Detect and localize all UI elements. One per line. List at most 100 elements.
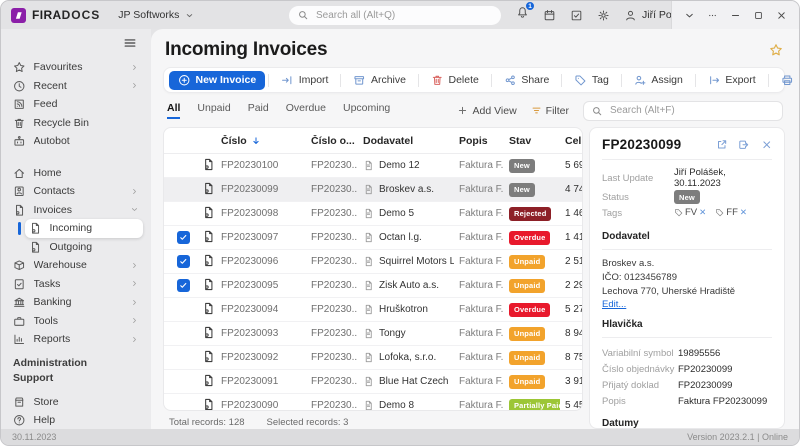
tab-overdue[interactable]: Overdue	[286, 102, 326, 119]
tab-paid[interactable]: Paid	[248, 102, 269, 119]
toolbar-divider	[490, 73, 492, 87]
tab-all[interactable]: All	[167, 102, 181, 119]
settings-gear-icon[interactable]	[597, 9, 610, 22]
window-chevron-down-icon[interactable]	[684, 10, 695, 21]
table-row[interactable]: FP20230099 FP20230... Broskev a.s. Faktura …	[164, 178, 582, 202]
workspace-switcher[interactable]: JP Softworks	[118, 9, 194, 21]
tag-chip[interactable]: FV ✕	[674, 207, 706, 218]
sidebar-item-tools[interactable]: Tools	[9, 312, 143, 331]
sidebar-item-recent[interactable]: Recent	[9, 77, 143, 96]
assign-button[interactable]: Assign	[625, 71, 692, 90]
print-button[interactable]: Print	[772, 71, 799, 90]
filter-button[interactable]: Filter	[531, 105, 569, 117]
tag-button[interactable]: Tag	[565, 71, 617, 90]
share-button[interactable]: Share	[495, 71, 559, 90]
notification-badge: 1	[525, 1, 535, 11]
maximize-icon[interactable]	[753, 10, 764, 21]
column-header[interactable]: Číslo	[216, 135, 306, 147]
column-header[interactable]: Celkem	[560, 135, 582, 147]
sidebar-item-recycle-bin[interactable]: Recycle Bin	[9, 114, 143, 133]
detail-field: Popis Faktura FP20230099	[602, 395, 768, 407]
sidebar-item-outgoing[interactable]: Outgoing	[25, 238, 143, 257]
detail-section: Dodavatel Broskev a.s. IČO: 0123456789 Lech…	[602, 231, 772, 310]
remove-tag-icon[interactable]: ✕	[699, 207, 706, 218]
close-panel-icon[interactable]	[761, 139, 773, 151]
chevron-right-icon	[130, 63, 139, 72]
clock-icon	[13, 80, 26, 93]
table-row[interactable]: FP20230095 FP20230... Zisk Auto a.s. Faktur…	[164, 274, 582, 298]
row-checkbox[interactable]	[177, 279, 190, 292]
column-header[interactable]: Dodavatel	[358, 135, 454, 147]
column-header[interactable]: Číslo o...	[306, 135, 358, 147]
chevron-right-icon	[130, 261, 139, 270]
sidebar-item-contacts[interactable]: Contacts	[9, 182, 143, 201]
window-menu-dots-icon[interactable]	[707, 10, 718, 21]
sidebar-item-favourites[interactable]: Favourites	[9, 58, 143, 77]
chevron-down-icon	[130, 205, 139, 214]
archive-button[interactable]: Archive	[344, 71, 415, 90]
column-header[interactable]: Stav	[504, 135, 560, 147]
table-row[interactable]: FP20230097 FP20230... Octan l.g. Faktura F.…	[164, 226, 582, 250]
calendar-icon[interactable]	[543, 9, 556, 22]
sidebar-item-warehouse[interactable]: Warehouse	[9, 256, 143, 275]
column-header[interactable]: Popis	[454, 135, 504, 147]
table-row[interactable]: FP20230091 FP20230... Blue Hat Czech Faktur…	[164, 370, 582, 394]
add-view-button[interactable]: Add View	[457, 105, 517, 117]
table-row[interactable]: FP20230093 FP20230...Tongy Faktura F... Unp…	[164, 322, 582, 346]
close-icon[interactable]	[776, 10, 787, 21]
table-row[interactable]: FP20230092 FP20230... Lofoka, s.r.o. Faktur…	[164, 346, 582, 370]
list-search-input[interactable]	[608, 104, 774, 117]
detail-meta-row: Status New	[602, 189, 772, 206]
sidebar-item-feed[interactable]: Feed	[9, 95, 143, 114]
notifications-button[interactable]: 1	[516, 1, 535, 24]
open-external-icon[interactable]	[716, 139, 728, 151]
supplier-cell: Demo 8	[358, 400, 454, 410]
forward-icon[interactable]	[738, 139, 750, 151]
table-row[interactable]: FP20230096 FP20230...Squirrel Motors Ltd.…	[164, 250, 582, 274]
sidebar-item-invoices[interactable]: Invoices	[9, 201, 143, 220]
sort-descending-icon[interactable]	[251, 136, 261, 146]
delete-button[interactable]: Delete	[422, 71, 488, 90]
sidebar-item-help[interactable]: Help	[9, 411, 143, 430]
sidebar-item-incoming[interactable]: Incoming	[18, 219, 143, 238]
sidebar-item-banking[interactable]: Banking	[9, 293, 143, 312]
row-checkbox[interactable]	[177, 255, 190, 268]
edit-supplier-link[interactable]: Edit...	[602, 299, 626, 310]
remove-tag-icon[interactable]: ✕	[740, 207, 747, 218]
sidebar-item-autobot[interactable]: Autobot	[9, 132, 143, 151]
tag-icon	[715, 208, 724, 217]
table-row[interactable]: FP20230098 FP20230...Demo 5 Faktura F... Re…	[164, 202, 582, 226]
order-number: FP20230...	[311, 304, 358, 315]
status-badge: Overdue	[509, 230, 551, 245]
minimize-icon[interactable]	[730, 10, 741, 21]
new-invoice-button[interactable]: New Invoice	[169, 70, 266, 90]
import-button[interactable]: Import	[272, 71, 337, 90]
description-cell: Faktura F...	[459, 352, 504, 363]
order-number: FP20230...	[311, 232, 358, 243]
chevron-right-icon	[130, 81, 139, 90]
global-search[interactable]	[289, 5, 501, 25]
sidebar-item-home[interactable]: Home	[9, 164, 143, 183]
invoice-doc-icon	[202, 278, 215, 291]
list-search[interactable]	[583, 100, 783, 121]
global-search-input[interactable]	[314, 8, 492, 22]
tab-unpaid[interactable]: Unpaid	[197, 102, 230, 119]
tasks-check-icon[interactable]	[570, 9, 583, 22]
table-row[interactable]: FP20230090 FP20230...Demo 8 Faktura F... Pa…	[164, 394, 582, 410]
sidebar-item-store[interactable]: Store	[9, 393, 143, 412]
export-button[interactable]: Export	[699, 71, 765, 90]
titlebar-icons: 1 Jiří Polášek	[516, 1, 696, 29]
invoice-doc-icon	[202, 350, 215, 363]
favourite-star-icon[interactable]	[769, 43, 783, 57]
hamburger-menu-icon[interactable]	[123, 36, 137, 50]
sidebar-item-reports[interactable]: Reports	[9, 330, 143, 349]
trash-icon	[431, 74, 444, 87]
status-badge: Unpaid	[509, 374, 546, 389]
table-row[interactable]: FP20230094 FP20230... Hruškotron Faktura F.…	[164, 298, 582, 322]
row-checkbox[interactable]	[177, 231, 190, 244]
tab-upcoming[interactable]: Upcoming	[343, 102, 390, 119]
tag-chip[interactable]: FF ✕	[715, 207, 747, 218]
supplier-cell: Demo 12	[358, 160, 454, 171]
sidebar-item-tasks[interactable]: Tasks	[9, 275, 143, 294]
table-row[interactable]: FP20230100 FP20230...Demo 12 Faktura F... N…	[164, 154, 582, 178]
